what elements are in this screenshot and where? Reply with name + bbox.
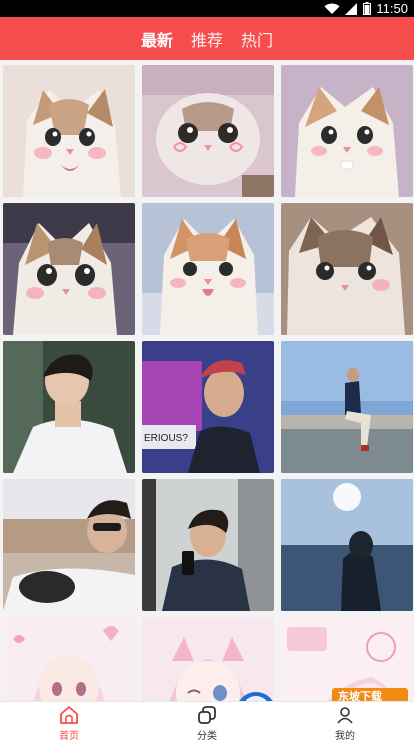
nav-item-profile[interactable]: 我的 (276, 702, 414, 744)
grid-tile-person[interactable] (3, 479, 135, 611)
cat-image (142, 203, 274, 335)
profile-icon (335, 705, 355, 725)
cat-image (3, 65, 135, 197)
cat-image (142, 65, 274, 197)
tab-popular[interactable]: 热门 (241, 27, 273, 51)
cat-image (281, 203, 413, 335)
person-image (3, 479, 135, 611)
tab-recommended[interactable]: 推荐 (191, 27, 223, 51)
grid-tile-cat[interactable] (142, 65, 274, 197)
nav-label-profile: 我的 (335, 730, 355, 742)
nav-label-home: 首页 (59, 730, 79, 742)
bottom-nav: 首页 分类 我的 (0, 701, 414, 744)
grid-tile-cat[interactable] (281, 65, 413, 197)
cat-image (281, 65, 413, 197)
anime-image (142, 617, 274, 701)
grid-tile-cat[interactable] (3, 203, 135, 335)
signal-icon (345, 2, 358, 15)
header-bar: 最新 推荐 热门 (0, 17, 414, 60)
grid-tile-anime[interactable] (3, 617, 135, 701)
grid-tile-person[interactable] (281, 341, 413, 473)
category-icon (197, 705, 217, 725)
anime-image (3, 617, 135, 701)
grid-tile-person[interactable] (3, 341, 135, 473)
svg-text:ERIOUS?: ERIOUS? (144, 433, 188, 444)
image-grid: ERIOUS? (0, 60, 414, 701)
person-image (3, 341, 135, 473)
grid-tile-person[interactable]: ERIOUS? (142, 341, 274, 473)
home-icon (59, 705, 79, 725)
nav-label-category: 分类 (197, 730, 217, 742)
grid-tile-person[interactable] (142, 479, 274, 611)
nav-item-category[interactable]: 分类 (138, 702, 276, 744)
person-image (142, 479, 274, 611)
grid-tile-cat[interactable] (281, 203, 413, 335)
cat-image (3, 203, 135, 335)
grid-tile-person[interactable] (281, 479, 413, 611)
grid-tile-cat[interactable] (142, 203, 274, 335)
status-time: 11:50 (376, 1, 408, 16)
grid-tile-anime[interactable] (142, 617, 274, 701)
status-bar: 11:50 (0, 0, 414, 17)
anime-image (281, 617, 413, 701)
wifi-icon (324, 3, 340, 15)
battery-icon (363, 2, 372, 15)
grid-tile-cat[interactable] (3, 65, 135, 197)
person-image (281, 479, 413, 611)
person-image (281, 341, 413, 473)
person-image: ERIOUS? (142, 341, 274, 473)
tab-latest[interactable]: 最新 (141, 27, 173, 51)
grid-tile-anime[interactable] (281, 617, 413, 701)
nav-item-home[interactable]: 首页 (0, 702, 138, 744)
